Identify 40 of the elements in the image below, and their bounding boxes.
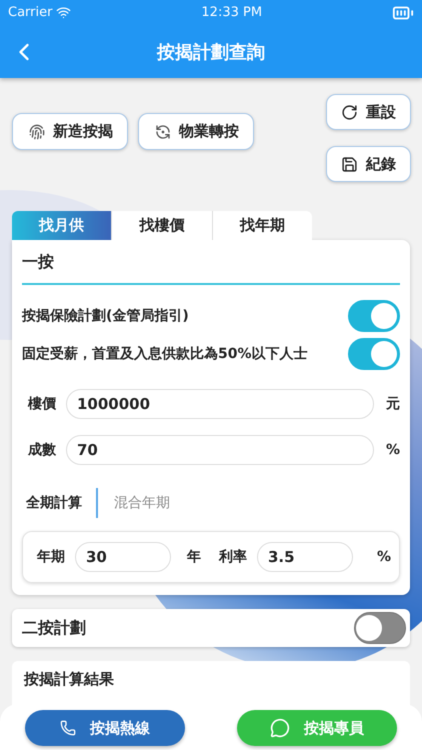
card-title: 二按計劃	[22, 618, 86, 638]
toggle-label: 固定受薪，首置及入息供款比為50%以下人士	[22, 345, 308, 363]
tab[interactable]: 找年期	[212, 211, 312, 240]
field-label: 樓價	[28, 395, 56, 413]
action-button[interactable]: 物業轉按	[138, 113, 254, 150]
fingerprint-icon	[29, 124, 45, 140]
card-title: 按揭計算結果	[24, 670, 114, 688]
reset-icon	[341, 104, 358, 120]
field-label: 成數	[28, 441, 56, 459]
toggle-switch[interactable]	[348, 300, 400, 332]
tab[interactable]: 找樓價	[112, 211, 213, 240]
carrier-name: Carrier	[8, 5, 52, 20]
tab[interactable]: 找月供	[12, 211, 112, 240]
save-button[interactable]: 紀錄	[326, 146, 411, 182]
refresh-icon	[155, 124, 171, 140]
unit-label: %	[376, 549, 391, 565]
unit-label: %	[384, 442, 400, 458]
chat-icon	[270, 718, 290, 738]
wifi-icon	[56, 5, 72, 20]
toggle-label: 按揭保險計劃(金管局指引)	[22, 307, 189, 325]
unit-label: 年	[187, 548, 201, 566]
input-field[interactable]: 30	[75, 542, 171, 572]
input-field[interactable]: 1000000	[66, 389, 374, 419]
contact-button[interactable]: 按揭熱線	[25, 710, 185, 746]
input-field[interactable]: 3.5	[257, 542, 353, 572]
card-title: 一按	[22, 240, 400, 285]
status-time: 12:33 PM	[201, 5, 262, 20]
mode-tab[interactable]: 全期計算	[26, 488, 96, 518]
field-label: 年期	[37, 548, 65, 566]
field-label: 利率	[219, 548, 247, 566]
toggle-switch[interactable]	[354, 612, 406, 644]
save-icon	[341, 156, 358, 172]
reset-button[interactable]: 重設	[326, 94, 411, 130]
input-field[interactable]: 70	[66, 435, 374, 465]
unit-label: 元	[385, 395, 400, 413]
toggle-switch[interactable]	[348, 338, 400, 370]
action-button[interactable]: 新造按揭	[12, 113, 128, 150]
mode-tab[interactable]: 混合年期	[96, 488, 184, 518]
page-title: 按揭計劃查詢	[157, 40, 265, 64]
phone-icon	[60, 720, 76, 736]
